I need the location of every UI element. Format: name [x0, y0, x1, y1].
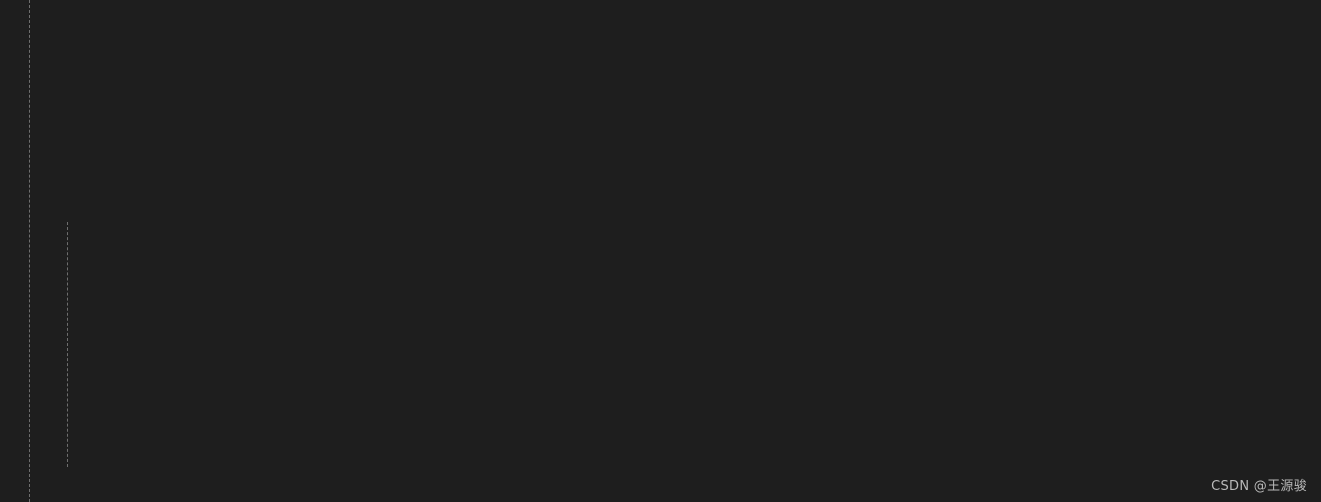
code-line[interactable]: /// Begin grab interaction — [0, 426, 1321, 449]
csdn-watermark: CSDN @王源骏 — [1211, 479, 1307, 494]
code-editor-pane[interactable]: } /// <summary> /// Begin grab interacti… — [0, 0, 1321, 502]
code-line[interactable]: /// <summary> — [0, 311, 1321, 334]
code-line-blank[interactable] — [0, 196, 1321, 219]
code-line[interactable]: } — [0, 92, 1321, 104]
code-content[interactable]: } /// <summary> /// Begin grab interacti… — [0, 0, 1321, 502]
